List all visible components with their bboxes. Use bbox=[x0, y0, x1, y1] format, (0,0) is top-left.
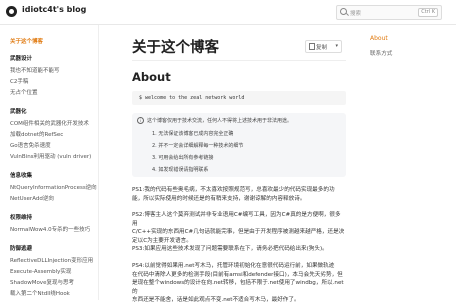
paragraph-line: C/C++实现的东西用C#几句话就能完事，但是由于开发程序被测越来越严格，还是决 bbox=[132, 229, 345, 235]
copy-icon bbox=[309, 43, 315, 50]
sidebar-item-about[interactable]: 关于这个博客 bbox=[10, 37, 43, 45]
copy-page-button[interactable]: 复制 ▾ bbox=[305, 40, 342, 53]
code-line: $ welcome to the zeal network world bbox=[139, 95, 245, 101]
sidebar-item[interactable]: Execute-Assembly实现 bbox=[10, 267, 71, 275]
sidebar-section-weaponization[interactable]: 武器化 bbox=[10, 107, 27, 115]
paragraph-ps2: PS2:博客主人这个莫弃测试并非专业语用C#编写工具，因为C#真的是方便啊，很多… bbox=[132, 211, 346, 245]
paragraph-line: 在代码中清除人更多的检测手段(目前有amsi和defender接口)，本马会先天… bbox=[132, 271, 343, 278]
search-shortcut: Ctrl K bbox=[418, 8, 438, 17]
sidebar-item[interactable]: 无占个位置 bbox=[10, 88, 38, 96]
paragraph-ps4: PS4:以前觉得如果用.net写木马，托管环境初始化在意很代码运行前，如果做轨迹… bbox=[132, 262, 346, 305]
page-title: 关于这个博客 bbox=[132, 40, 219, 56]
sidebar-section-info-gathering[interactable]: 信息收集 bbox=[10, 171, 32, 179]
sidebar-item[interactable]: 我也不知道能不能写 bbox=[10, 66, 60, 74]
paragraph-line: 东西还是不能舍，话是如此观点不变.net不适合写木马，最好作了。 bbox=[132, 297, 300, 303]
callout-list-item: 2. 并不一定会详细解释每一种技术的细节 bbox=[152, 143, 244, 149]
sidebar-item[interactable]: NormalWow4.0专杀的一些技巧 bbox=[10, 225, 90, 233]
callout-list-item: 1. 无法保证该博客已成内容完全正确 bbox=[152, 131, 234, 137]
sidebar-item[interactable]: C2手稿 bbox=[10, 77, 28, 85]
disclaimer-callout: i 这个博客仅用于技术交流，任何人不得将上述技术用于非法用途。 1. 无法保证该… bbox=[132, 113, 346, 177]
top-bar: idiotc4t's blog 搜索 Ctrl K bbox=[0, 0, 456, 25]
search-icon bbox=[340, 8, 347, 15]
sidebar-item[interactable]: VulnBins利用驱动 (vuln driver) bbox=[10, 152, 91, 160]
callout-header: 这个博客仅用于技术交流，任何人不得将上述技术用于非法用途。 bbox=[147, 118, 293, 124]
sidebar-item[interactable]: 加载dotnet的RefSec bbox=[10, 130, 63, 138]
search-input[interactable]: 搜索 Ctrl K bbox=[336, 5, 442, 20]
site-title[interactable]: idiotc4t's blog bbox=[22, 5, 86, 14]
info-icon: i bbox=[137, 117, 144, 124]
sidebar-item[interactable]: 载入第二个Ntdll绕Hook bbox=[10, 289, 70, 297]
paragraph-line: 能，所以实际使用的时候还是的有稍来支持，谢谢谅解的内容释放诗。 bbox=[132, 195, 306, 202]
sidebar-item[interactable]: ShadowMove复现与思考 bbox=[10, 278, 74, 286]
sidebar-item[interactable]: NtQueryInformationProcess逆向 bbox=[10, 183, 97, 191]
search-placeholder: 搜索 bbox=[350, 11, 362, 17]
divider bbox=[132, 60, 346, 61]
sidebar-section-weapon-design[interactable]: 武器设计 bbox=[10, 54, 32, 62]
site-logo-icon[interactable] bbox=[6, 6, 17, 17]
paragraph-line: PS4:以前觉得如果用.net写木马，托管环境初始化在意很代码运行前，如果做轨迹 bbox=[132, 263, 335, 269]
sidebar-item[interactable]: COM组件相关的武器化开发技术 bbox=[10, 119, 89, 127]
sidebar: 关于这个博客 武器设计 我也不知道能不能写 C2手稿 无占个位置 武器化 COM… bbox=[0, 25, 99, 300]
paragraph-ps1: PS1:我的代码有些奥毛病，不太喜欢按照规范写，总喜欢最少的代码实现最多的功 能… bbox=[132, 186, 346, 203]
paragraph-line: 是现在整个windows的设计在向.net转移，包括不限于.net使用了wind… bbox=[132, 280, 344, 295]
sidebar-section-persistence[interactable]: 权限维持 bbox=[10, 213, 32, 221]
callout-list-item: 4. 如发现错误请指明联系 bbox=[152, 167, 209, 173]
sidebar-item[interactable]: NetUserAdd逆向 bbox=[10, 194, 54, 202]
paragraph-line: 定以C为主要开发语言。 bbox=[132, 237, 192, 244]
paragraph-line: PS1:我的代码有些奥毛病，不太喜欢按照规范写，总喜欢最少的代码实现最多的功 bbox=[132, 187, 335, 193]
section-heading-about: About bbox=[132, 70, 171, 84]
copy-label: 复制 bbox=[316, 45, 328, 51]
toc-item-contact[interactable]: 联系方式 bbox=[370, 49, 392, 57]
sidebar-item[interactable]: ReflectiveDLLInjection变形应用 bbox=[10, 256, 93, 264]
sidebar-section-defense-evasion[interactable]: 防御逃避 bbox=[10, 244, 32, 252]
paragraph-ps3: PS3:如果应用这些技术发现了问题需要联系在下，请务必把代码给出来(狗头)。 bbox=[132, 245, 346, 254]
paragraph-line: PS3:如果应用这些技术发现了问题需要联系在下，请务必把代码给出来(狗头)。 bbox=[132, 246, 328, 252]
code-block: $ welcome to the zeal network world bbox=[132, 91, 346, 105]
toc-item-about[interactable]: About bbox=[370, 35, 388, 42]
paragraph-line: PS2:博客主人这个莫弃测试并非专业语用C#编写工具，因为C#真的是方便啊，很多… bbox=[132, 212, 341, 227]
callout-list-item: 3. 可用会给出所有参考链接 bbox=[152, 155, 214, 161]
chevron-down-icon: ▾ bbox=[335, 43, 338, 49]
sidebar-item[interactable]: Go语言免杀速度 bbox=[10, 141, 51, 149]
